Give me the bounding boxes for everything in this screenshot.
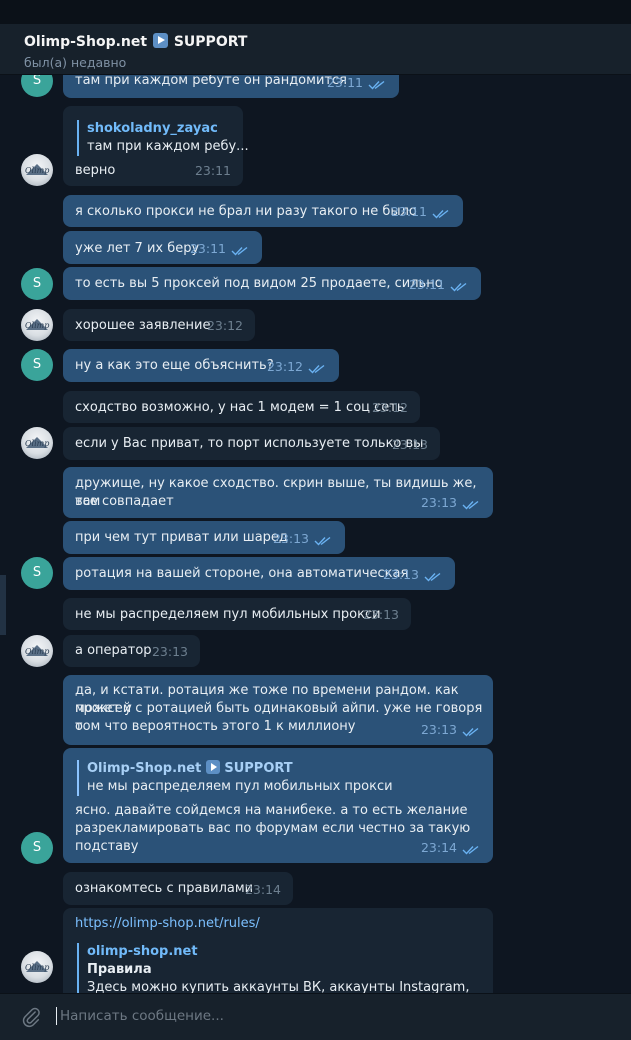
double-check-icon: [308, 364, 325, 374]
double-check-icon: [424, 572, 441, 582]
message-time: 23:12: [266, 359, 303, 374]
message-bubble[interactable]: ну а как это еще объяснить? 23:12: [63, 349, 339, 382]
play-button-icon: [152, 33, 168, 48]
message-time: 23:13: [382, 567, 419, 582]
message-bubble[interactable]: https://olimp-shop.net/rules/ olimp-shop…: [63, 908, 493, 993]
message-text: то есть вы 5 проксей под видом 25 продае…: [75, 276, 443, 291]
message-time: 23:12: [206, 318, 243, 333]
message-text: хорошее заявление: [75, 318, 211, 333]
double-check-icon: [462, 727, 479, 737]
message-bubble[interactable]: да, и кстати. ротация же тоже по времени…: [63, 675, 493, 745]
double-check-icon: [462, 500, 479, 510]
message-text: ну а как это еще объяснить?: [75, 358, 274, 373]
double-check-icon: [450, 282, 467, 292]
play-button-icon: [205, 760, 220, 774]
reply-author: Olimp-Shop.net SUPPORT: [87, 760, 293, 776]
message-text: если у Вас приват, то порт используете т…: [75, 436, 424, 451]
message-time: 23:11: [408, 277, 445, 292]
message-bubble[interactable]: ротация на вашей стороне, она автоматиче…: [63, 557, 455, 590]
message-bubble[interactable]: ознакомтесь с правилами 23:14: [63, 872, 293, 905]
message-time: 23:13: [420, 495, 457, 510]
chat-status: был(а) недавно: [24, 55, 127, 70]
avatar-support[interactable]: Olimp: [21, 309, 53, 341]
message-text: а оператор: [75, 643, 152, 658]
message-text: ознакомтесь с правилами: [75, 881, 254, 896]
message-bubble[interactable]: не мы распределяем пул мобильных прокси …: [63, 598, 411, 630]
message-bubble[interactable]: сходство возможно, у нас 1 модем = 1 соц…: [63, 391, 420, 423]
link-preview[interactable]: olimp-shop.net Правила Здесь можно купит…: [77, 943, 469, 993]
preview-text: Здесь можно купить аккаунты ВК, аккаунты…: [87, 980, 470, 993]
message-bubble[interactable]: хорошее заявление 23:12: [63, 309, 255, 341]
double-check-icon: [231, 246, 248, 256]
avatar-support[interactable]: Olimp: [21, 635, 53, 667]
message-text-line: все совпадает: [75, 494, 174, 509]
message-input[interactable]: Написать сообщение...: [60, 1008, 224, 1024]
text-caret: [56, 1007, 57, 1025]
message-link[interactable]: https://olimp-shop.net/rules/: [75, 915, 260, 933]
double-check-icon: [314, 536, 331, 546]
chat-title[interactable]: Olimp-Shop.net SUPPORT: [24, 33, 247, 50]
message-time: 23:11: [326, 75, 363, 90]
message-time: 23:14: [420, 840, 457, 855]
message-text-line: том что вероятность этого 1 к миллиону: [75, 719, 356, 734]
message-time: 23:13: [151, 644, 188, 659]
message-bubble[interactable]: если у Вас приват, то порт используете т…: [63, 427, 440, 460]
double-check-icon: [368, 80, 385, 90]
message-bubble[interactable]: а оператор 23:13: [63, 635, 200, 667]
message-bubble[interactable]: уже лет 7 их беру 23:11: [63, 231, 262, 264]
message-time: 23:13: [391, 437, 428, 452]
message-text-line: разрекламировать вас по форумам если чес…: [75, 821, 471, 836]
chat-header[interactable]: Olimp-Shop.net SUPPORT был(а) недавно: [0, 24, 631, 75]
message-bubble[interactable]: я сколько прокси не брал ни разу такого …: [63, 195, 463, 227]
message-bubble[interactable]: дружище, ну какое сходство. скрин выше, …: [63, 467, 493, 518]
message-time: 23:13: [420, 722, 457, 737]
paperclip-icon[interactable]: [20, 1006, 42, 1028]
message-text: там при каждом ребуте он рандомится: [75, 75, 347, 88]
message-list[interactable]: S там при каждом ребуте он рандомится 23…: [0, 75, 631, 993]
message-text: при чем тут приват или шаред: [75, 530, 288, 545]
double-check-icon: [462, 845, 479, 855]
preview-title: Правила: [87, 962, 152, 977]
message-text: ротация на вашей стороне, она автоматиче…: [75, 566, 409, 581]
avatar-support[interactable]: Olimp: [21, 154, 53, 186]
message-composer[interactable]: Написать сообщение...: [0, 993, 631, 1040]
message-time: 23:13: [362, 607, 399, 622]
message-bubble[interactable]: при чем тут приват или шаред 23:13: [63, 521, 345, 554]
reply-quote[interactable]: shokoladny_zayac там при каждом ребу...: [77, 120, 249, 156]
message-bubble[interactable]: shokoladny_zayac там при каждом ребу... …: [63, 106, 249, 186]
message-text: уже лет 7 их беру: [75, 241, 200, 256]
avatar-user[interactable]: S: [21, 832, 53, 864]
avatar-user[interactable]: S: [21, 557, 53, 589]
reply-text: не мы распределяем пул мобильных прокси: [87, 779, 393, 794]
preview-site: olimp-shop.net: [87, 944, 198, 959]
message-bubble[interactable]: Olimp-Shop.net SUPPORT не мы распределяе…: [63, 748, 493, 863]
avatar-support[interactable]: Olimp: [21, 427, 53, 459]
message-time: 23:11: [189, 241, 226, 256]
avatar-user[interactable]: S: [21, 268, 53, 300]
message-time: 23:11: [390, 204, 427, 219]
message-text: я сколько прокси не брал ни разу такого …: [75, 204, 417, 219]
message-text-line: ясно. давайте сойдемся на манибеке. а то…: [75, 803, 468, 818]
avatar-user[interactable]: S: [21, 75, 53, 97]
message-text-line: подставу: [75, 839, 139, 854]
reply-text: там при каждом ребу...: [87, 139, 249, 154]
message-text: не мы распределяем пул мобильных прокси: [75, 607, 381, 622]
message-bubble[interactable]: то есть вы 5 проксей под видом 25 продае…: [63, 267, 481, 300]
message-text: сходство возможно, у нас 1 модем = 1 соц…: [75, 400, 405, 415]
message-time: 23:13: [272, 531, 309, 546]
message-bubble[interactable]: там при каждом ребуте он рандомится 23:1…: [63, 75, 399, 98]
avatar-support[interactable]: Olimp: [21, 951, 53, 983]
message-time: 23:12: [371, 400, 408, 415]
window-top-strip: [0, 0, 631, 24]
message-time: 23:14: [244, 882, 281, 897]
message-text: верно: [75, 163, 116, 178]
reply-author: shokoladny_zayac: [87, 121, 218, 136]
double-check-icon: [432, 209, 449, 219]
reply-quote[interactable]: Olimp-Shop.net SUPPORT не мы распределяе…: [77, 760, 393, 796]
avatar-user[interactable]: S: [21, 349, 53, 381]
message-time: 23:11: [194, 163, 231, 178]
